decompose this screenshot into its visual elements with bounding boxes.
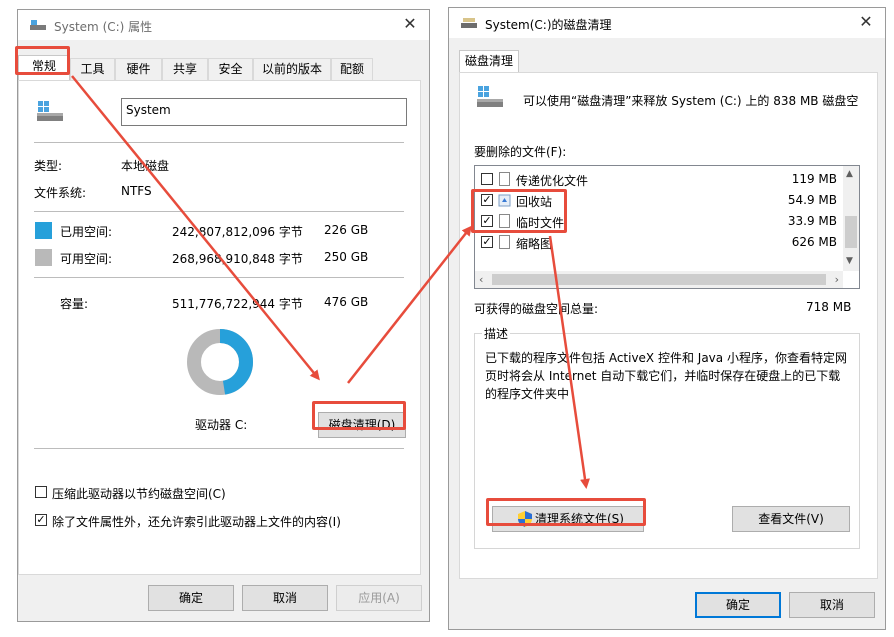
usage-donut-chart	[187, 329, 253, 395]
capacity-label: 容量:	[60, 297, 89, 311]
file-size: 626 MB	[791, 235, 837, 249]
capacity-bytes: 511,776,722,944 字节	[172, 297, 303, 311]
divider	[34, 448, 404, 449]
window-title: System (C:) 属性	[54, 20, 153, 34]
description-line: 页时将会从 Internet 自动下载它们，并临时保存在硬盘上的已下载	[485, 369, 841, 383]
scrollbar-thumb[interactable]	[845, 216, 857, 248]
filesystem-value: NTFS	[121, 184, 152, 198]
divider	[34, 142, 404, 143]
view-files-button[interactable]: 查看文件(V)	[732, 506, 850, 532]
window-title: System(C:)的磁盘清理	[485, 18, 612, 32]
cancel-button[interactable]: 取消	[242, 585, 328, 611]
used-bytes: 242,807,812,096 字节	[172, 225, 303, 239]
scroll-left-icon[interactable]: ‹	[479, 273, 483, 286]
file-icon	[499, 172, 510, 186]
used-label: 已用空间:	[60, 225, 113, 239]
scroll-down-icon[interactable]: ▼	[846, 256, 853, 266]
tab-disk-cleanup[interactable]: 磁盘清理	[459, 50, 519, 74]
list-item[interactable]: 传递优化文件 119 MB	[475, 169, 843, 189]
files-list-label: 要删除的文件(F):	[474, 145, 567, 159]
tab-security[interactable]: 安全	[208, 58, 253, 80]
drive-icon	[30, 20, 46, 30]
highlight-disk-cleanup-button	[312, 401, 406, 430]
highlight-general-tab	[15, 46, 70, 75]
description-line: 已下载的程序文件包括 ActiveX 控件和 Java 小程序，你查看特定网	[485, 351, 847, 365]
used-color-swatch	[35, 222, 52, 239]
description-line: 的程序文件夹中	[485, 387, 570, 401]
compress-label: 压缩此驱动器以节约磁盘空间(C)	[52, 487, 226, 501]
close-icon[interactable]: ✕	[401, 15, 419, 33]
highlight-selected-files	[471, 189, 567, 233]
used-size: 226 GB	[324, 223, 369, 237]
vertical-scrollbar[interactable]: ▲ ▼	[843, 166, 859, 271]
total-space-value: 718 MB	[806, 300, 852, 314]
filesystem-label: 文件系统:	[34, 186, 87, 200]
intro-text: 可以使用“磁盘清理”来释放 System (C:) 上的 838 MB 磁盘空	[523, 94, 859, 108]
general-panel: System 类型: 本地磁盘 文件系统: NTFS 已用空间: 242,807…	[18, 80, 421, 575]
drive-name-field[interactable]: System	[121, 98, 407, 126]
file-checkbox[interactable]: ✓	[481, 236, 493, 248]
properties-titlebar: System (C:) 属性 ✕	[18, 10, 429, 40]
divider	[34, 211, 404, 212]
type-value: 本地磁盘	[121, 159, 170, 173]
file-name: 传递优化文件	[516, 174, 589, 188]
file-checkbox[interactable]	[481, 173, 493, 185]
divider	[34, 277, 404, 278]
cancel-button[interactable]: 取消	[789, 592, 875, 618]
close-icon[interactable]: ✕	[857, 13, 875, 31]
scroll-right-icon[interactable]: ›	[835, 273, 839, 286]
properties-window: System (C:) 属性 ✕ 常规 工具 硬件 共享 安全 以前的版本 配额…	[17, 9, 430, 622]
list-item[interactable]: ✓ 缩略图 626 MB	[475, 232, 843, 252]
type-label: 类型:	[34, 159, 63, 173]
tab-sharing[interactable]: 共享	[162, 58, 208, 80]
horizontal-scrollbar[interactable]: ‹ ›	[475, 271, 843, 288]
file-name: 缩略图	[516, 237, 553, 251]
scroll-up-icon[interactable]: ▲	[846, 169, 853, 179]
disk-cleanup-window: System(C:)的磁盘清理 ✕ 磁盘清理 可以使用“磁盘清理”来释放 Sys…	[448, 7, 886, 630]
apply-button[interactable]: 应用(A)	[336, 585, 422, 611]
ok-button[interactable]: 确定	[695, 592, 781, 618]
file-size: 33.9 MB	[787, 214, 837, 228]
free-size: 250 GB	[324, 250, 369, 264]
drive-icon	[477, 86, 503, 107]
index-checkbox[interactable]: ✓	[35, 514, 47, 526]
free-color-swatch	[35, 249, 52, 266]
index-label: 除了文件属性外，还允许索引此驱动器上文件的内容(I)	[52, 515, 341, 529]
drive-name-value: System	[126, 103, 171, 117]
free-bytes: 268,968,910,848 字节	[172, 252, 303, 266]
file-icon	[499, 235, 510, 249]
tab-previous-versions[interactable]: 以前的版本	[253, 58, 331, 80]
tab-hardware[interactable]: 硬件	[115, 58, 162, 80]
disk-cleanup-icon	[461, 18, 477, 28]
total-space-label: 可获得的磁盘空间总量:	[474, 302, 599, 316]
file-size: 54.9 MB	[787, 193, 837, 207]
tab-tools[interactable]: 工具	[70, 58, 115, 80]
capacity-size: 476 GB	[324, 295, 369, 309]
scrollbar-thumb[interactable]	[492, 274, 826, 285]
highlight-clean-system-files-button	[486, 498, 646, 526]
free-label: 可用空间:	[60, 252, 113, 266]
description-title: 描述	[482, 325, 511, 342]
file-size: 119 MB	[791, 172, 837, 186]
compress-checkbox[interactable]	[35, 486, 47, 498]
cleanup-titlebar: System(C:)的磁盘清理 ✕	[449, 8, 885, 38]
tab-quota[interactable]: 配额	[331, 58, 373, 80]
drive-letter-label: 驱动器 C:	[195, 418, 248, 432]
ok-button[interactable]: 确定	[148, 585, 234, 611]
drive-icon	[37, 101, 63, 121]
